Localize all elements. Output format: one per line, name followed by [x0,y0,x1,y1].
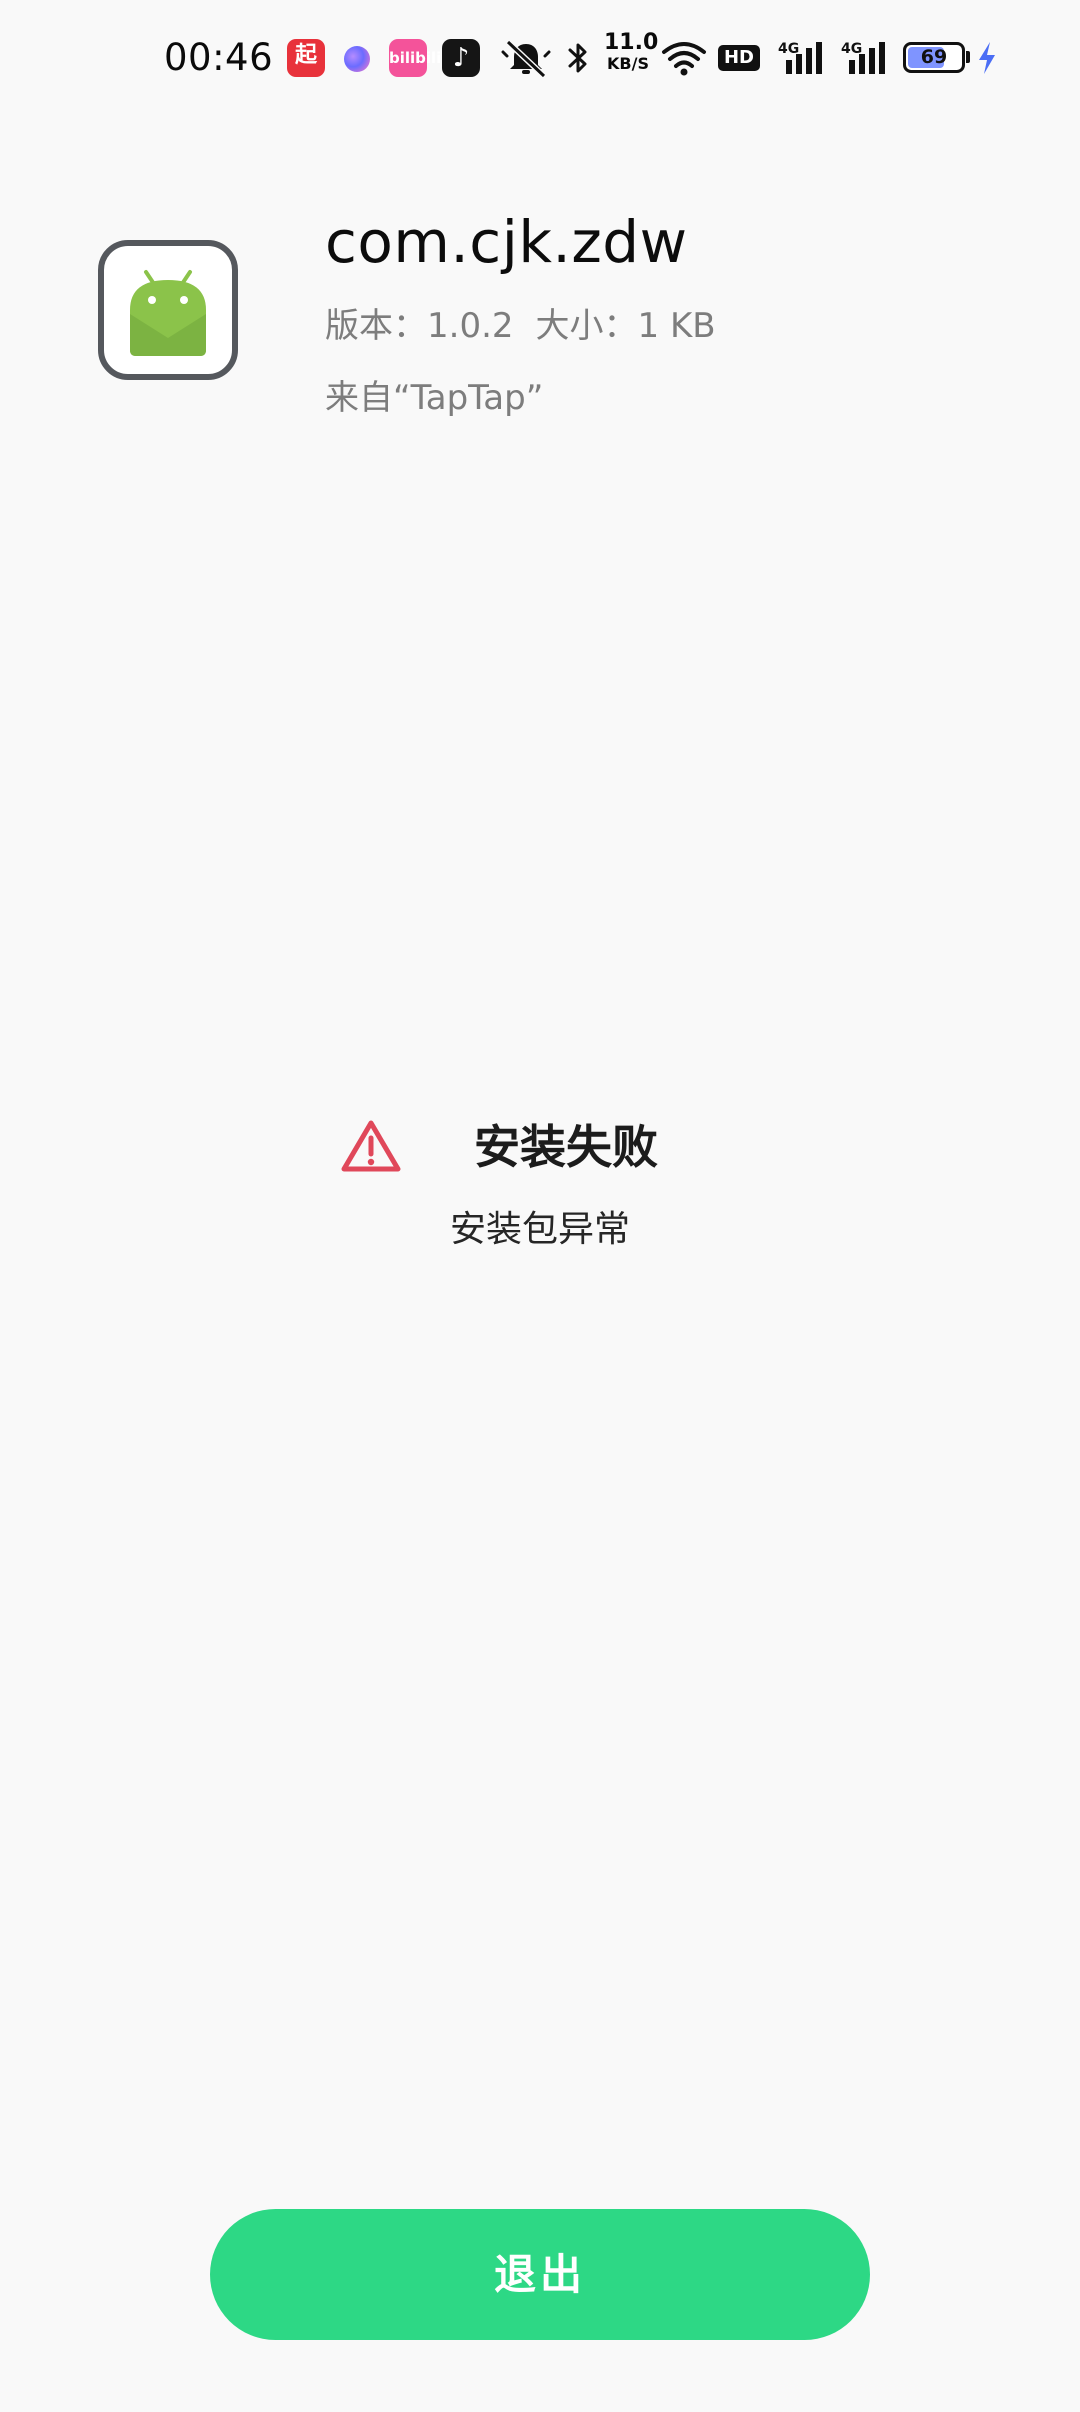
battery-icon: 69 [903,42,965,73]
app-version: 版本：1.0.2 [325,306,514,346]
wifi-icon [662,42,706,76]
status-time: 00:46 [164,36,274,79]
warning-icon [341,1120,401,1172]
hd-voice-badge: HD [718,45,760,71]
qidian-app-icon: 起 [287,39,325,77]
signal-2-icon [849,42,885,74]
install-result: 安装失败 [0,1116,1080,1178]
bilibili-label: bilibili [389,49,442,67]
network-speed: 11.0 KB/S [604,30,659,73]
tiktok-app-icon: ♪ [442,39,480,77]
signal-1-icon [786,42,822,74]
bluetooth-icon [568,43,587,73]
mute-bell-icon [501,39,551,78]
app-icon [98,240,238,380]
install-failed-title: 安装失败 [474,1120,658,1174]
install-failed-reason: 安装包异常 [449,1209,630,1250]
status-bar: 00:46 起 bilibili ♪ 11.0 KB/S HD 4G 4G 69 [0,28,1080,96]
charging-bolt-icon [979,42,995,74]
exit-button[interactable]: 退出 [210,2209,870,2340]
assistant-app-icon [344,46,370,72]
network-speed-value: 11.0 [604,30,659,55]
network-speed-unit: KB/S [607,54,649,73]
app-meta: 版本：1.0.2 大小：1 KB [325,298,716,347]
android-robot-icon [130,270,206,356]
app-package-name: com.cjk.zdw [325,208,688,276]
battery-cap [966,51,970,63]
app-size: 大小：1 KB [535,306,716,346]
bilibili-app-icon: bilibili [389,39,441,77]
app-source: 来自“TapTap” [325,378,544,418]
battery-level: 69 [920,46,948,68]
